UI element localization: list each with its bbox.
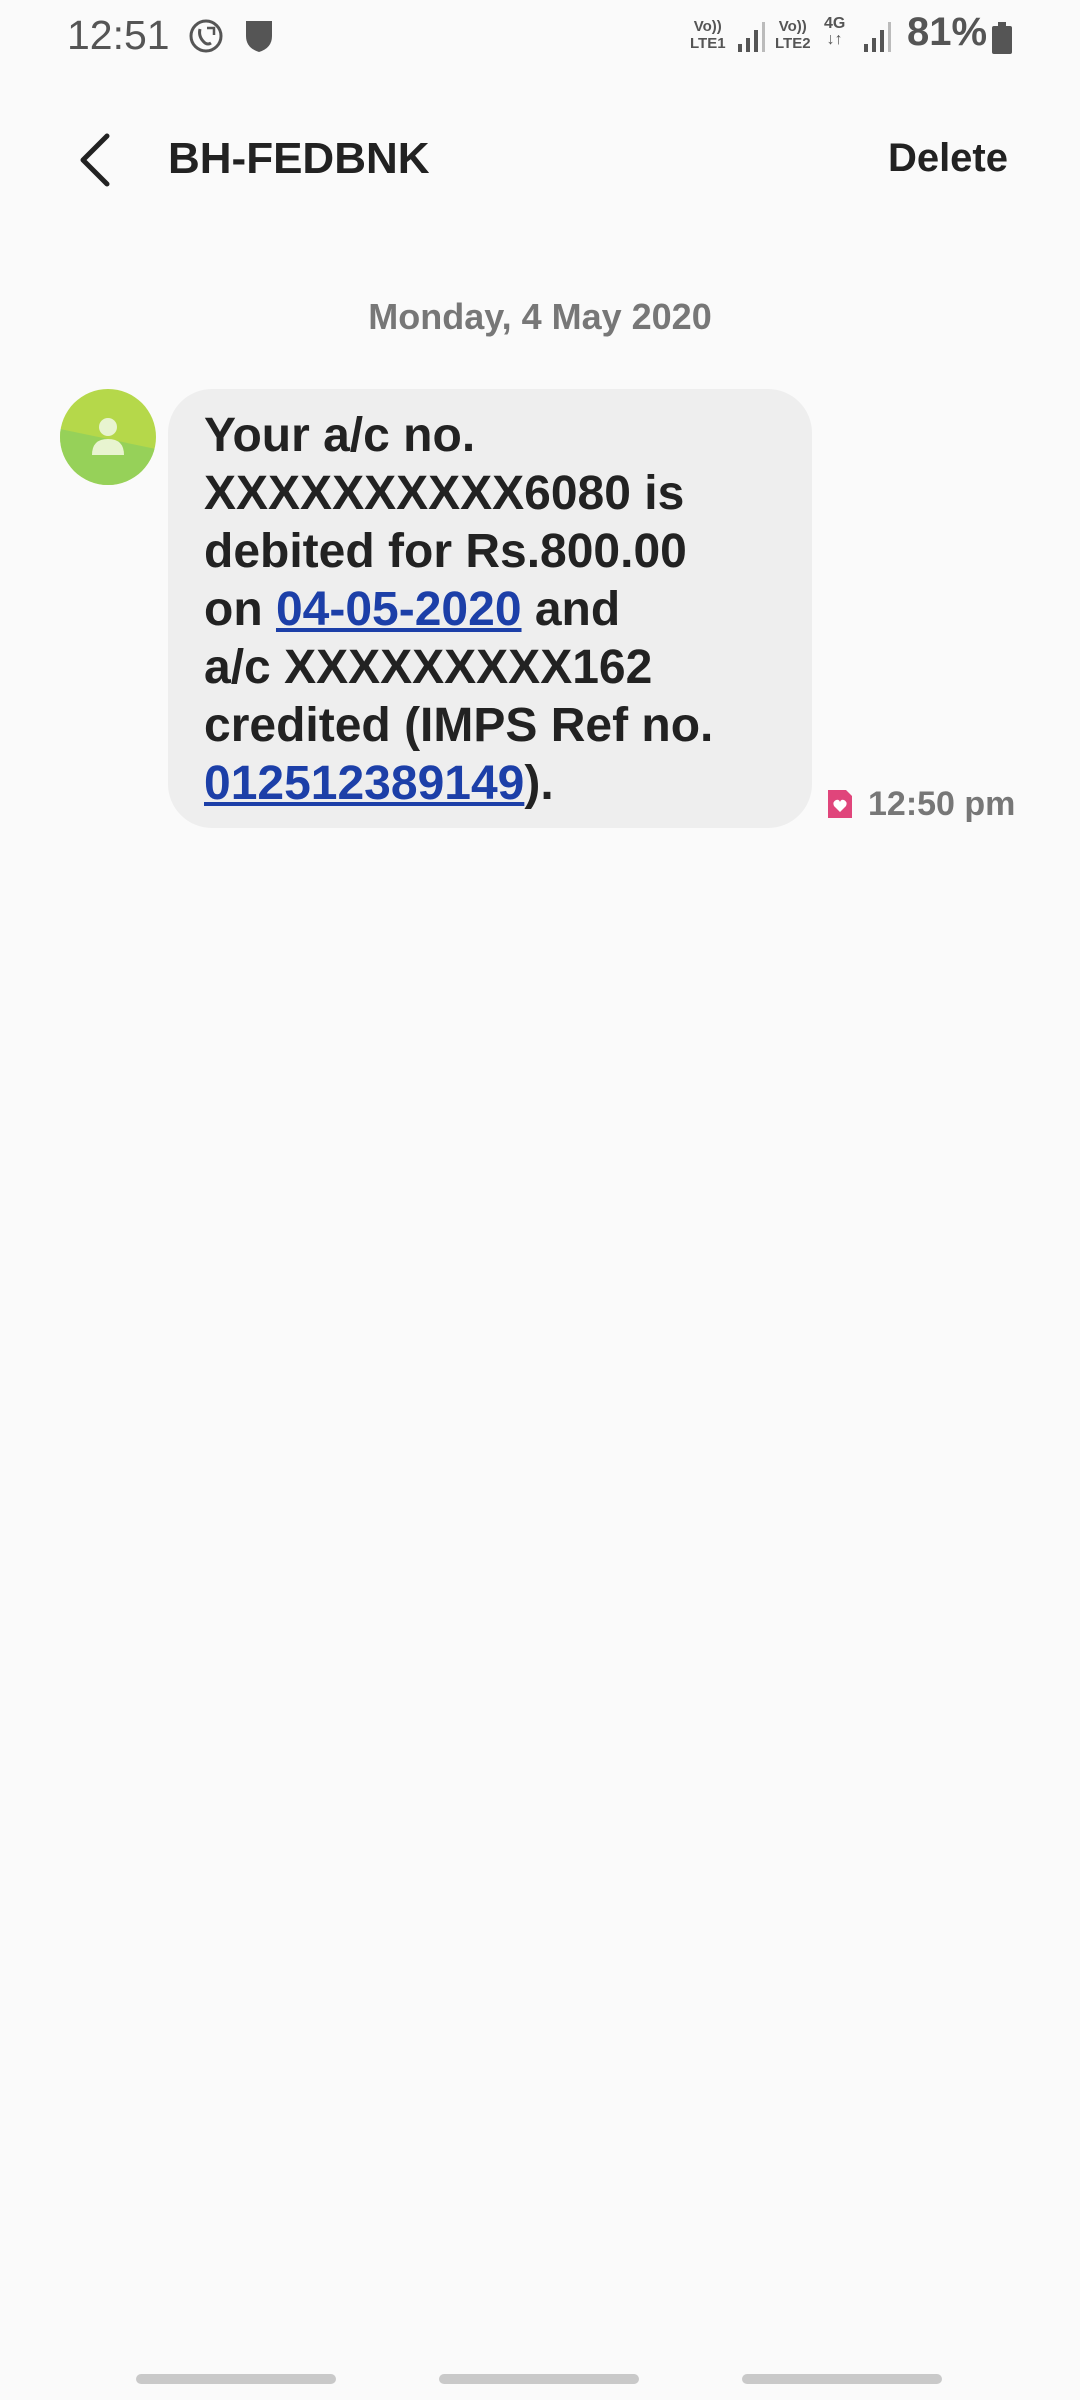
person-icon bbox=[60, 389, 156, 485]
status-time: 12:51 bbox=[67, 12, 170, 58]
battery-icon bbox=[992, 22, 1012, 54]
status-bar: 12:51 Vo)) LTE1 Vo)) LTE2 4G ↓↑ 81% bbox=[0, 0, 1080, 80]
sim1-volte-indicator: Vo)) LTE1 bbox=[690, 18, 726, 52]
date-separator: Monday, 4 May 2020 bbox=[368, 296, 712, 337]
app-bar: BH-FEDBNK Delete bbox=[0, 100, 1080, 220]
signal-strength-icon bbox=[864, 22, 891, 52]
delete-button[interactable]: Delete bbox=[888, 136, 1008, 181]
battery-percent: 81% bbox=[907, 10, 988, 54]
conversation-title: BH-FEDBNK bbox=[168, 134, 430, 183]
message-time: 12:50 pm bbox=[868, 784, 1016, 823]
back-arrow-icon bbox=[80, 133, 110, 187]
signal-strength-icon bbox=[738, 22, 765, 52]
nav-recents-button[interactable] bbox=[136, 2374, 336, 2384]
contact-avatar[interactable] bbox=[60, 389, 156, 485]
message-text: Your a/c no. XXXXXXXXXX6080 is debited f… bbox=[204, 409, 714, 810]
nav-back-button[interactable] bbox=[742, 2374, 942, 2384]
message-bubble[interactable]: Your a/c no. XXXXXXXXXX6080 is debited f… bbox=[168, 389, 812, 828]
navigation-bar bbox=[0, 2360, 1080, 2400]
back-button[interactable] bbox=[60, 125, 130, 195]
call-forward-icon bbox=[189, 19, 223, 53]
shield-icon bbox=[246, 21, 272, 52]
nav-home-button[interactable] bbox=[439, 2374, 639, 2384]
network-type-indicator: 4G ↓↑ bbox=[824, 15, 846, 48]
message-meta: 12:50 pm bbox=[826, 782, 1015, 826]
sim-card-icon bbox=[828, 790, 852, 818]
reference-number-link[interactable]: 012512389149 bbox=[204, 757, 524, 810]
date-link[interactable]: 04-05-2020 bbox=[276, 583, 522, 636]
sim2-volte-indicator: Vo)) LTE2 bbox=[775, 18, 811, 52]
